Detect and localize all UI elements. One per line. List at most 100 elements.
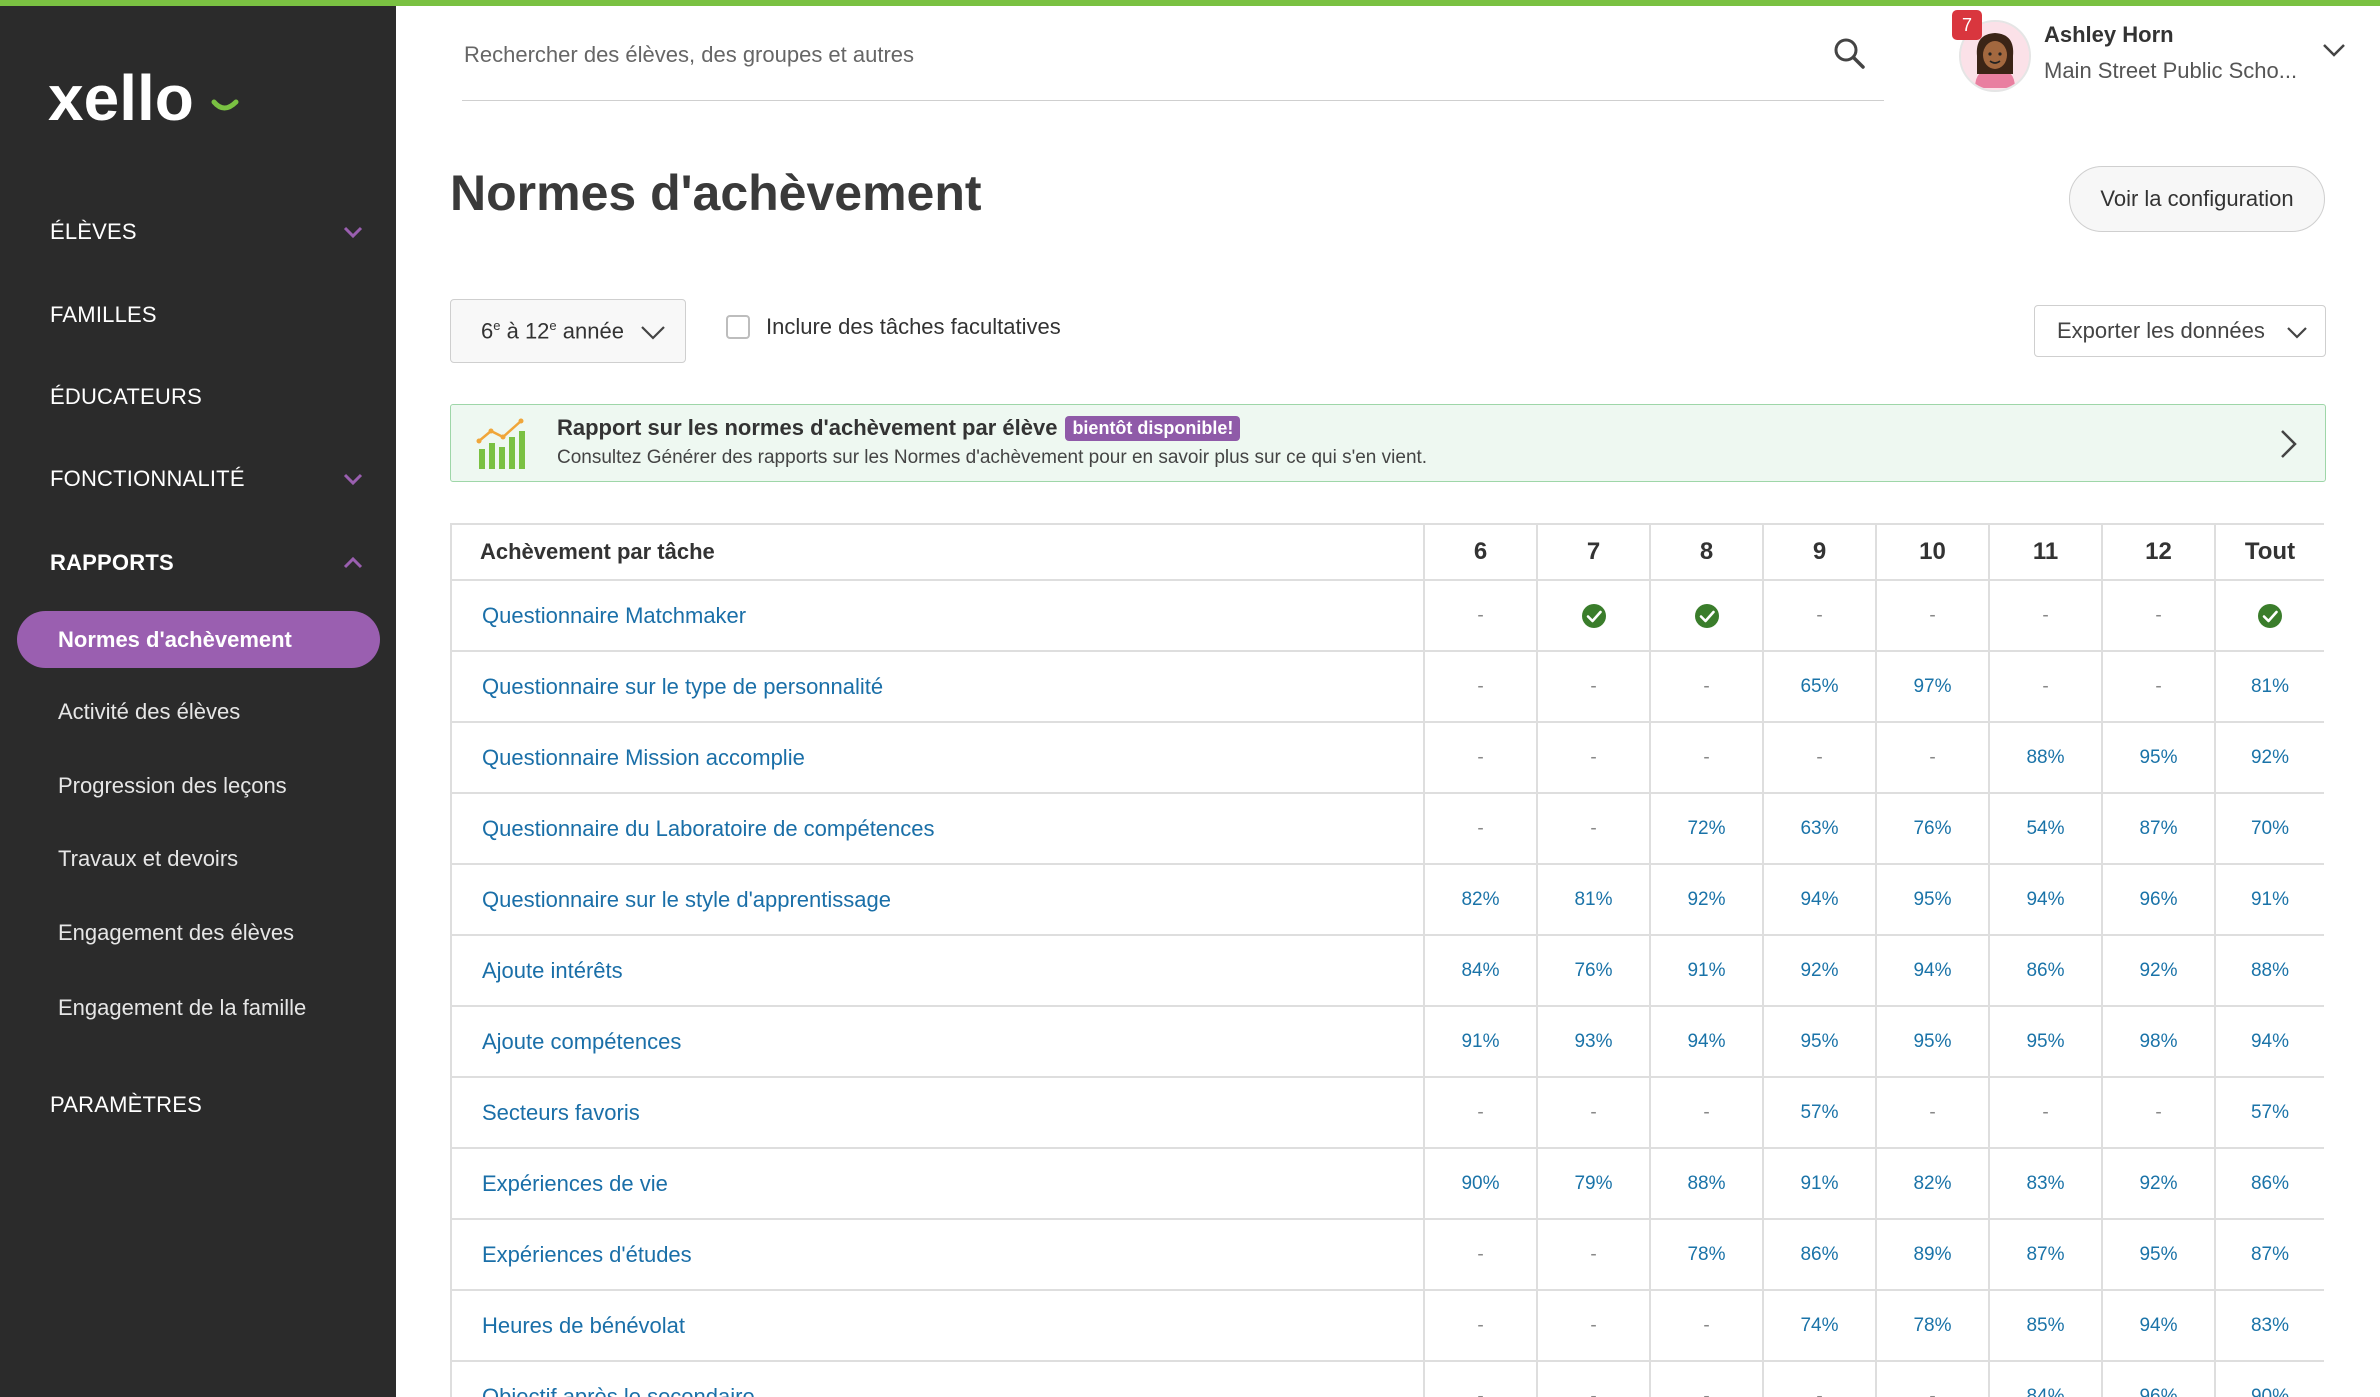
empty-value: - (1590, 675, 1597, 697)
percentage-cell: 85% (1988, 1289, 2103, 1362)
check-circle-icon (2258, 603, 2282, 628)
sidebar-subitem-progression-lecons[interactable]: Progression des leçons (58, 763, 287, 809)
empty-cell: - (1423, 721, 1538, 794)
empty-value: - (1477, 675, 1484, 697)
notification-badge[interactable]: 7 (1952, 10, 1982, 40)
table-row: Expériences d'études - -78% 86% 89% 87% 95% 87% (450, 1218, 2324, 1291)
empty-cell: - (1536, 1218, 1651, 1291)
empty-cell: - (1649, 721, 1764, 794)
user-menu[interactable]: 7 Ashley Horn Main Street Public Scho... (1952, 10, 2356, 92)
column-header-grade: 11 (1988, 523, 2103, 581)
percentage-cell: 83% (1988, 1147, 2103, 1220)
task-link[interactable]: Expériences d'études (450, 1218, 1425, 1291)
report-announcement-banner[interactable]: Rapport sur les normes d'achèvement par … (450, 404, 2326, 482)
percentage-cell: 96% (2101, 1360, 2216, 1397)
task-link[interactable]: Expériences de vie (450, 1147, 1425, 1220)
percentage-cell: 92% (2214, 721, 2324, 794)
sidebar-item-familles[interactable]: FAMILLES (50, 292, 366, 338)
task-link[interactable]: Ajoute intérêts (450, 934, 1425, 1007)
xello-logo[interactable]: xello (48, 58, 268, 138)
view-configuration-button[interactable]: Voir la configuration (2069, 166, 2325, 232)
banner-title-text: Rapport sur les normes d'achèvement par … (557, 415, 1058, 440)
percentage-cell: 57% (2214, 1076, 2324, 1149)
sidebar-subitem-normes-achevement[interactable]: Normes d'achèvement (17, 611, 380, 668)
task-link[interactable]: Questionnaire sur le style d'apprentissa… (450, 863, 1425, 936)
percentage-cell: 79% (1536, 1147, 1651, 1220)
percentage-cell: 94% (1988, 863, 2103, 936)
sidebar-subitem-label: Activité des élèves (58, 699, 241, 724)
empty-value: - (1477, 746, 1484, 768)
percentage-cell: 86% (1988, 934, 2103, 1007)
percentage-cell: 87% (2101, 792, 2216, 865)
percentage-cell: 83% (2214, 1289, 2324, 1362)
empty-cell: - (1536, 721, 1651, 794)
optional-tasks-toggle[interactable]: Inclure des tâches facultatives (726, 314, 1061, 340)
coming-soon-badge: bientôt disponible! (1065, 415, 1241, 441)
empty-cell: - (2101, 1076, 2216, 1149)
empty-cell: - (1423, 792, 1538, 865)
chevron-right-icon[interactable] (2273, 427, 2303, 461)
percentage-cell: 87% (2214, 1218, 2324, 1291)
completion-table-container[interactable]: Achèvement par tâche 6 7 8 9 10 11 12 To… (450, 523, 2324, 1397)
empty-cell: - (1762, 721, 1877, 794)
empty-value: - (2042, 675, 2049, 697)
empty-value: - (2155, 604, 2162, 626)
percentage-cell: 63% (1762, 792, 1877, 865)
completion-table: Achèvement par tâche 6 7 8 9 10 11 12 To… (450, 523, 2324, 1397)
percentage-cell: 82% (1423, 863, 1538, 936)
percentage-cell: 95% (1762, 1005, 1877, 1078)
sidebar-subitem-engagement-famille[interactable]: Engagement de la famille (58, 985, 306, 1031)
percentage-cell: 92% (2101, 1147, 2216, 1220)
empty-cell: - (1988, 650, 2103, 723)
task-link[interactable]: Secteurs favoris (450, 1076, 1425, 1149)
svg-text:xello: xello (48, 62, 194, 134)
export-data-button[interactable]: Exporter les données (2034, 305, 2326, 357)
search-icon[interactable] (1832, 36, 1866, 70)
empty-cell: - (1649, 1289, 1764, 1362)
sidebar-subitem-label: Progression des leçons (58, 773, 287, 798)
chevron-down-icon[interactable] (2320, 36, 2348, 64)
grade-range-select[interactable]: 6e à 12e année (450, 299, 686, 363)
sidebar-item-rapports[interactable]: RAPPORTS (50, 540, 366, 586)
user-name: Ashley Horn (2044, 22, 2174, 47)
table-row: Questionnaire sur le style d'apprentissa… (450, 863, 2324, 936)
empty-value: - (1590, 746, 1597, 768)
percentage-cell: 88% (1649, 1147, 1764, 1220)
task-link[interactable]: Questionnaire Mission accomplie (450, 721, 1425, 794)
empty-value: - (1590, 1243, 1597, 1265)
banner-description: Consultez Générer des rapports sur les N… (557, 447, 1428, 468)
empty-cell: - (1536, 650, 1651, 723)
percentage-cell: 65% (1762, 650, 1877, 723)
completed-cell (1536, 579, 1651, 652)
task-link[interactable]: Questionnaire sur le type de personnalit… (450, 650, 1425, 723)
sidebar-subitem-label: Engagement des élèves (58, 920, 295, 945)
optional-tasks-checkbox[interactable] (726, 315, 750, 339)
sidebar-subitem-travaux-devoirs[interactable]: Travaux et devoirs (58, 836, 238, 882)
empty-value: - (1477, 817, 1484, 839)
sidebar-item-parametres[interactable]: PARAMÈTRES (50, 1082, 366, 1128)
sidebar-item-label: ÉLÈVES (50, 219, 137, 244)
empty-value: - (1929, 746, 1936, 768)
task-link[interactable]: Questionnaire Matchmaker (450, 579, 1425, 652)
task-link[interactable]: Questionnaire du Laboratoire de compéten… (450, 792, 1425, 865)
percentage-cell: 90% (1423, 1147, 1538, 1220)
sidebar-item-fonctionnalite[interactable]: FONCTIONNALITÉ (50, 456, 366, 502)
empty-value: - (1477, 1243, 1484, 1265)
task-link[interactable]: Heures de bénévolat (450, 1289, 1425, 1362)
sidebar-subitem-engagement-eleves[interactable]: Engagement des élèves (58, 910, 294, 956)
empty-cell: - (1423, 1360, 1538, 1397)
empty-value: - (1703, 1385, 1710, 1397)
empty-cell: - (2101, 650, 2216, 723)
search-input[interactable] (462, 32, 1786, 78)
sidebar-item-educateurs[interactable]: ÉDUCATEURS (50, 374, 366, 420)
task-link[interactable]: Objectif après le secondaire (450, 1360, 1425, 1397)
sidebar-subitem-activite-eleves[interactable]: Activité des élèves (58, 689, 240, 735)
task-link[interactable]: Ajoute compétences (450, 1005, 1425, 1078)
empty-value: - (1929, 1385, 1936, 1397)
empty-cell: - (1649, 1360, 1764, 1397)
empty-cell: - (1988, 1076, 2103, 1149)
sidebar-item-label: FAMILLES (50, 302, 157, 327)
sidebar-item-label: PARAMÈTRES (50, 1092, 202, 1117)
sidebar-subitem-label: Travaux et devoirs (58, 846, 239, 871)
sidebar-item-eleves[interactable]: ÉLÈVES (50, 209, 366, 255)
